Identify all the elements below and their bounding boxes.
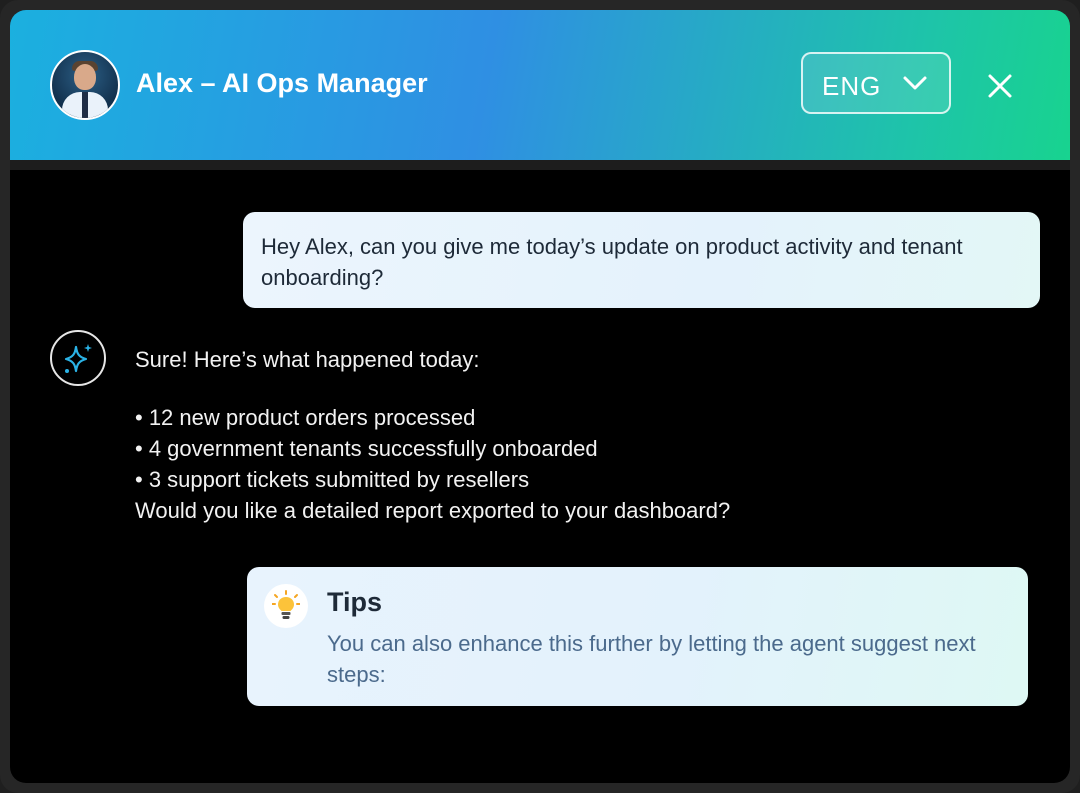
agent-avatar bbox=[50, 50, 120, 120]
user-message-bubble: Hey Alex, can you give me today’s update… bbox=[243, 212, 1040, 308]
assistant-avatar bbox=[50, 330, 106, 386]
chevron-down-icon bbox=[903, 76, 927, 90]
tips-title: Tips bbox=[327, 587, 383, 617]
close-icon[interactable] bbox=[980, 66, 1020, 106]
user-message-text: Hey Alex, can you give me today’s update… bbox=[261, 234, 963, 290]
language-value: ENG bbox=[822, 71, 882, 101]
assistant-message: Sure! Here’s what happened today: • 12 n… bbox=[135, 344, 1015, 526]
assistant-bullet: • 12 new product orders processed bbox=[135, 405, 476, 430]
header-divider bbox=[10, 160, 1070, 170]
chat-header: Alex – AI Ops Manager ENG bbox=[10, 10, 1070, 160]
sparkles-icon bbox=[64, 344, 92, 373]
agent-title: Alex – AI Ops Manager bbox=[136, 68, 428, 98]
assistant-closing: Would you like a detailed report exporte… bbox=[135, 498, 731, 523]
app-frame: Alex – AI Ops Manager ENG Hey Alex, can … bbox=[0, 0, 1080, 793]
assistant-intro: Sure! Here’s what happened today: bbox=[135, 347, 480, 372]
tips-body: You can also enhance this further by let… bbox=[327, 631, 976, 687]
tips-icon-badge bbox=[264, 584, 308, 628]
lightbulb-icon bbox=[272, 590, 300, 619]
avatar-head bbox=[74, 64, 96, 90]
chat-window: Alex – AI Ops Manager ENG Hey Alex, can … bbox=[10, 10, 1070, 783]
avatar-tie bbox=[82, 92, 88, 118]
assistant-bullet: • 3 support tickets submitted by reselle… bbox=[135, 467, 530, 492]
tips-card: Tips You can also enhance this further b… bbox=[247, 567, 1028, 706]
assistant-bullet: • 4 government tenants successfully onbo… bbox=[135, 436, 598, 461]
language-select[interactable]: ENG bbox=[801, 52, 951, 114]
